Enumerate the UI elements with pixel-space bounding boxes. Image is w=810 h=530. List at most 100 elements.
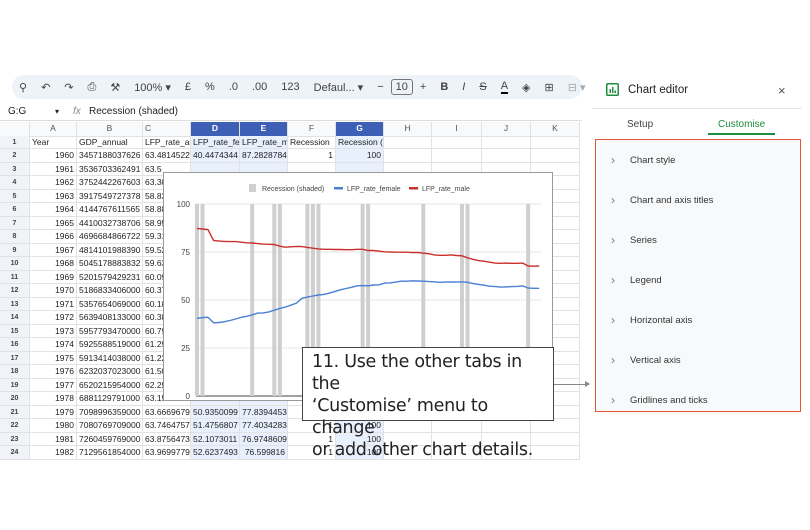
cell[interactable]: 1969 <box>30 270 77 284</box>
section-chart-and-axis-titles[interactable]: › Chart and axis titles <box>596 180 800 220</box>
font-size-decrease[interactable]: − <box>377 81 383 93</box>
cell[interactable]: 3917549727378 <box>77 189 143 203</box>
cell[interactable]: Year <box>30 135 77 149</box>
row-header[interactable]: 13 <box>0 297 30 311</box>
close-icon[interactable]: × <box>778 83 786 98</box>
section-series[interactable]: › Series <box>596 220 800 260</box>
name-box[interactable]: G:G <box>0 106 55 117</box>
cell[interactable]: 1980 <box>30 419 77 433</box>
row-header[interactable]: 7 <box>0 216 30 230</box>
more-formats-button[interactable]: 123 <box>281 81 299 93</box>
cell[interactable]: 52.1073011 <box>191 432 240 446</box>
cell[interactable]: Recession <box>288 135 336 149</box>
decrease-decimal-button[interactable]: .0 <box>229 81 238 93</box>
fill-color-icon[interactable]: ◈ <box>522 81 530 94</box>
cell[interactable]: 77.8394453 <box>240 405 288 419</box>
cell[interactable]: 51.4756807 <box>191 419 240 433</box>
cell[interactable]: 1965 <box>30 216 77 230</box>
cell[interactable]: LFP_rate_all <box>143 135 191 149</box>
row-header[interactable]: 10 <box>0 257 30 271</box>
section-gridlines-and-ticks[interactable]: › Gridlines and ticks <box>596 380 800 420</box>
cell[interactable]: 7080769709000 <box>77 419 143 433</box>
name-box-dropdown-icon[interactable]: ▾ <box>55 107 73 116</box>
row-header[interactable]: 3 <box>0 162 30 176</box>
cell[interactable]: 6881129791000 <box>77 392 143 406</box>
merge-cells-icon[interactable]: ⊟ ▾ <box>568 81 586 94</box>
cell[interactable]: 6520215954000 <box>77 378 143 392</box>
cell[interactable]: 1975 <box>30 351 77 365</box>
cell[interactable]: 1974 <box>30 338 77 352</box>
tab-setup[interactable]: Setup <box>627 119 653 130</box>
borders-icon[interactable]: ⊞ <box>545 81 554 94</box>
cell[interactable]: 1961 <box>30 162 77 176</box>
cell[interactable]: 1968 <box>30 257 77 271</box>
bold-button[interactable]: B <box>440 81 448 93</box>
redo-icon[interactable]: ↷ <box>64 81 73 94</box>
cell[interactable]: 50.9350099 <box>191 405 240 419</box>
cell[interactable]: 1970 <box>30 284 77 298</box>
cell[interactable]: 77.4034283 <box>240 419 288 433</box>
cell[interactable]: 3752442267603 <box>77 176 143 190</box>
cell[interactable]: 3457188037626 <box>77 149 143 163</box>
cell[interactable] <box>482 135 531 149</box>
currency-button[interactable]: £ <box>185 81 191 93</box>
cell[interactable]: 63.7464757 <box>143 419 191 433</box>
cell[interactable]: 4410032738706 <box>77 216 143 230</box>
cell[interactable]: 7129561854000 <box>77 446 143 460</box>
cell[interactable]: 1976 <box>30 365 77 379</box>
cell[interactable]: 63.6669679 <box>143 405 191 419</box>
tab-customise[interactable]: Customise <box>708 119 776 135</box>
cell[interactable]: 1978 <box>30 392 77 406</box>
cell[interactable]: 87.2828784 <box>240 149 288 163</box>
cell[interactable]: 5913414038000 <box>77 351 143 365</box>
cell[interactable]: 1960 <box>30 149 77 163</box>
cell[interactable]: 1972 <box>30 311 77 325</box>
row-header[interactable]: 6 <box>0 203 30 217</box>
cell[interactable]: 4814101988390 <box>77 243 143 257</box>
cell[interactable]: LFP_rate_fem <box>191 135 240 149</box>
row-header[interactable]: 18 <box>0 365 30 379</box>
cell[interactable]: 1979 <box>30 405 77 419</box>
cell[interactable]: 1963 <box>30 189 77 203</box>
cell[interactable]: GDP_annual <box>77 135 143 149</box>
cell[interactable]: 1977 <box>30 378 77 392</box>
cell[interactable]: 1962 <box>30 176 77 190</box>
row-header[interactable]: 1 <box>0 135 30 149</box>
cell[interactable] <box>432 135 482 149</box>
row-header[interactable]: 24 <box>0 446 30 460</box>
cell[interactable]: 5639408133000 <box>77 311 143 325</box>
font-size-increase[interactable]: + <box>420 81 426 93</box>
cell[interactable]: 63.4814522 <box>143 149 191 163</box>
row-header[interactable]: 16 <box>0 338 30 352</box>
section-chart-style[interactable]: › Chart style <box>596 140 800 180</box>
row-header[interactable]: 19 <box>0 378 30 392</box>
cell[interactable]: 5357654069000 <box>77 297 143 311</box>
row-header[interactable]: 2 <box>0 149 30 163</box>
italic-button[interactable]: I <box>462 81 465 93</box>
row-header[interactable]: 9 <box>0 243 30 257</box>
row-header[interactable]: 5 <box>0 189 30 203</box>
cell[interactable] <box>384 135 432 149</box>
section-legend[interactable]: › Legend <box>596 260 800 300</box>
cell[interactable]: Recession (shaded) <box>336 135 384 149</box>
cell[interactable]: LFP_rate_ma <box>240 135 288 149</box>
cell[interactable]: 40.4474344 <box>191 149 240 163</box>
cell[interactable]: 1971 <box>30 297 77 311</box>
row-header[interactable]: 11 <box>0 270 30 284</box>
cell[interactable]: 4144767611565 <box>77 203 143 217</box>
row-header[interactable]: 17 <box>0 351 30 365</box>
cell[interactable] <box>432 149 482 163</box>
font-size-input[interactable]: 10 <box>390 79 413 95</box>
row-header[interactable]: 4 <box>0 176 30 190</box>
percent-button[interactable]: % <box>205 81 215 93</box>
cell[interactable]: 5925588519000 <box>77 338 143 352</box>
cell[interactable]: 1982 <box>30 446 77 460</box>
cell[interactable]: 63.8756473 <box>143 432 191 446</box>
formula-input[interactable]: Recession (shaded) <box>89 106 178 117</box>
cell[interactable]: 1966 <box>30 230 77 244</box>
cell[interactable]: 63.9699779 <box>143 446 191 460</box>
section-horizontal-axis[interactable]: › Horizontal axis <box>596 300 800 340</box>
row-header[interactable]: 12 <box>0 284 30 298</box>
paint-format-icon[interactable]: ⚒ <box>110 81 120 94</box>
cell[interactable]: 7260459769000 <box>77 432 143 446</box>
